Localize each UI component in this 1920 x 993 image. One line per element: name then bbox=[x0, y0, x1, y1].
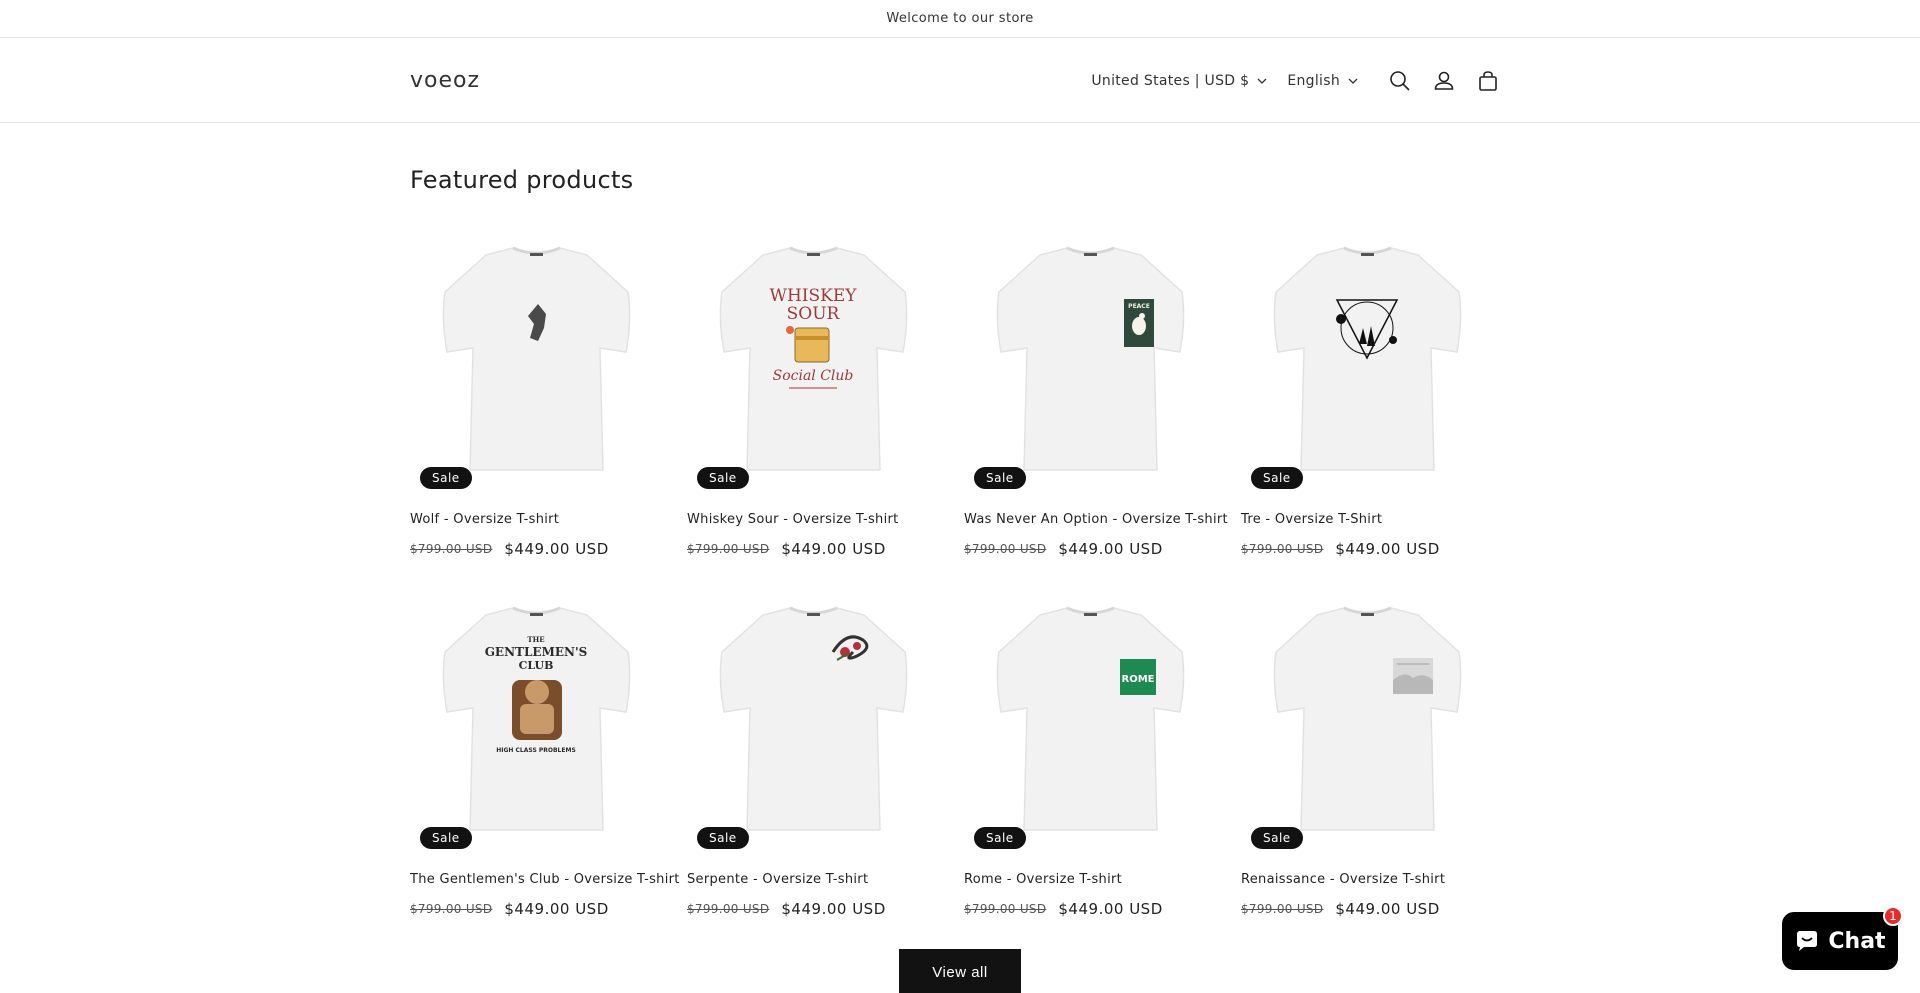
product-title[interactable]: Tre - Oversize T-Shirt bbox=[1241, 512, 1382, 527]
product-price: $799.00 USD $449.00 USD bbox=[1241, 900, 1440, 918]
sale-badge: Sale bbox=[420, 827, 472, 849]
product-card[interactable]: Sale Tre - Oversize T-Shirt $799.00 USD … bbox=[1241, 240, 1494, 560]
site-header: voeoz United States | USD $ English bbox=[0, 38, 1920, 123]
compare-price: $799.00 USD bbox=[1241, 902, 1324, 916]
tshirt-image: WHISKEY SOUR Social Club bbox=[719, 246, 908, 471]
print-text: GENTLEMEN'S bbox=[485, 645, 588, 659]
view-all-button[interactable]: View all bbox=[899, 949, 1021, 993]
product-title[interactable]: Serpente - Oversize T-shirt bbox=[687, 872, 868, 887]
product-price: $799.00 USD $449.00 USD bbox=[1241, 540, 1440, 558]
product-image[interactable]: Sale bbox=[1241, 240, 1494, 489]
print-text: PEACE bbox=[1128, 303, 1150, 310]
product-image[interactable]: WHISKEY SOUR Social Club Sale bbox=[687, 240, 940, 489]
product-image[interactable]: THE GENTLEMEN'S CLUB HIGH CLASS PROBLEMS… bbox=[410, 600, 663, 849]
chat-notification-badge: 1 bbox=[1883, 906, 1903, 926]
sale-badge: Sale bbox=[1251, 827, 1303, 849]
product-image[interactable]: Sale bbox=[1241, 600, 1494, 849]
product-title[interactable]: Wolf - Oversize T-shirt bbox=[410, 512, 559, 527]
product-price: $799.00 USD $449.00 USD bbox=[687, 900, 886, 918]
cart-button[interactable] bbox=[1466, 59, 1510, 103]
chat-button[interactable]: Chat bbox=[1782, 912, 1898, 970]
print-text: THE bbox=[527, 635, 544, 644]
print-text: Social Club bbox=[773, 368, 854, 384]
product-image[interactable]: ROME Sale bbox=[964, 600, 1217, 849]
print-text: WHISKEY bbox=[770, 286, 858, 306]
product-price: $799.00 USD $449.00 USD bbox=[687, 540, 886, 558]
sale-price: $449.00 USD bbox=[504, 540, 609, 558]
store-logo[interactable]: voeoz bbox=[410, 68, 480, 93]
compare-price: $799.00 USD bbox=[687, 542, 770, 556]
product-title[interactable]: The Gentlemen's Club - Oversize T-shirt bbox=[410, 872, 680, 887]
product-card[interactable]: THE GENTLEMEN'S CLUB HIGH CLASS PROBLEMS… bbox=[410, 600, 679, 920]
compare-price: $799.00 USD bbox=[964, 542, 1047, 556]
section-title: Featured products bbox=[410, 166, 634, 194]
compare-price: $799.00 USD bbox=[687, 902, 770, 916]
account-icon bbox=[1434, 71, 1454, 90]
product-card[interactable]: ROME Sale Rome - Oversize T-shirt $799.0… bbox=[964, 600, 1217, 920]
chevron-down-icon bbox=[1348, 78, 1358, 84]
sale-badge: Sale bbox=[974, 467, 1026, 489]
sale-price: $449.00 USD bbox=[504, 900, 609, 918]
print-text: CLUB bbox=[519, 659, 554, 672]
product-card[interactable]: WHISKEY SOUR Social Club Sale Whiskey So… bbox=[687, 240, 940, 560]
cart-icon bbox=[1479, 70, 1497, 91]
product-card[interactable]: Sale Wolf - Oversize T-shirt $799.00 USD… bbox=[410, 240, 663, 560]
product-price: $799.00 USD $449.00 USD bbox=[410, 540, 609, 558]
tshirt-image: ROME bbox=[996, 606, 1185, 831]
header-utilities: United States | USD $ English bbox=[1091, 38, 1510, 123]
print-text: ROME bbox=[1122, 674, 1155, 685]
product-card[interactable]: Sale Renaissance - Oversize T-shirt $799… bbox=[1241, 600, 1494, 920]
chat-icon bbox=[1797, 931, 1818, 951]
tshirt-image bbox=[719, 606, 908, 831]
compare-price: $799.00 USD bbox=[1241, 542, 1324, 556]
print-text: HIGH CLASS PROBLEMS bbox=[496, 747, 576, 754]
search-button[interactable] bbox=[1378, 59, 1422, 103]
product-title[interactable]: Rome - Oversize T-shirt bbox=[964, 872, 1122, 887]
search-icon bbox=[1390, 70, 1410, 91]
product-price: $799.00 USD $449.00 USD bbox=[964, 900, 1163, 918]
tshirt-image: PEACE bbox=[996, 246, 1185, 471]
sale-price: $449.00 USD bbox=[1335, 900, 1440, 918]
sale-price: $449.00 USD bbox=[781, 540, 886, 558]
chat-label: Chat bbox=[1828, 928, 1886, 954]
language-selector[interactable]: English bbox=[1287, 73, 1358, 89]
sale-price: $449.00 USD bbox=[1335, 540, 1440, 558]
tshirt-image bbox=[1273, 246, 1462, 471]
announcement-bar: Welcome to our store bbox=[0, 0, 1920, 38]
language-selector-label: English bbox=[1287, 72, 1340, 89]
announcement-text: Welcome to our store bbox=[886, 11, 1034, 26]
sale-badge: Sale bbox=[420, 467, 472, 489]
print-text: SOUR bbox=[787, 304, 841, 324]
product-price: $799.00 USD $449.00 USD bbox=[410, 900, 609, 918]
tshirt-image bbox=[442, 246, 631, 471]
sale-price: $449.00 USD bbox=[781, 900, 886, 918]
compare-price: $799.00 USD bbox=[964, 902, 1047, 916]
sale-badge: Sale bbox=[697, 827, 749, 849]
product-card[interactable]: PEACE Sale Was Never An Option - Oversiz… bbox=[964, 240, 1228, 560]
sale-badge: Sale bbox=[697, 467, 749, 489]
compare-price: $799.00 USD bbox=[410, 902, 493, 916]
product-image[interactable]: Sale bbox=[687, 600, 940, 849]
sale-price: $449.00 USD bbox=[1058, 540, 1163, 558]
product-title[interactable]: Whiskey Sour - Oversize T-shirt bbox=[687, 512, 899, 527]
compare-price: $799.00 USD bbox=[410, 542, 493, 556]
product-card[interactable]: Sale Serpente - Oversize T-shirt $799.00… bbox=[687, 600, 940, 920]
product-price: $799.00 USD $449.00 USD bbox=[964, 540, 1163, 558]
country-selector-label: United States | USD $ bbox=[1091, 72, 1250, 89]
product-image[interactable]: Sale bbox=[410, 240, 663, 489]
product-image[interactable]: PEACE Sale bbox=[964, 240, 1217, 489]
country-selector[interactable]: United States | USD $ bbox=[1091, 73, 1267, 89]
sale-badge: Sale bbox=[1251, 467, 1303, 489]
product-title[interactable]: Was Never An Option - Oversize T-shirt bbox=[964, 512, 1228, 527]
product-grid: Sale Wolf - Oversize T-shirt $799.00 USD… bbox=[410, 240, 1494, 920]
tshirt-image bbox=[1273, 606, 1462, 831]
tshirt-image: THE GENTLEMEN'S CLUB HIGH CLASS PROBLEMS bbox=[442, 606, 631, 831]
sale-badge: Sale bbox=[974, 827, 1026, 849]
chevron-down-icon bbox=[1257, 78, 1267, 84]
product-title[interactable]: Renaissance - Oversize T-shirt bbox=[1241, 872, 1445, 887]
sale-price: $449.00 USD bbox=[1058, 900, 1163, 918]
account-button[interactable] bbox=[1422, 59, 1466, 103]
